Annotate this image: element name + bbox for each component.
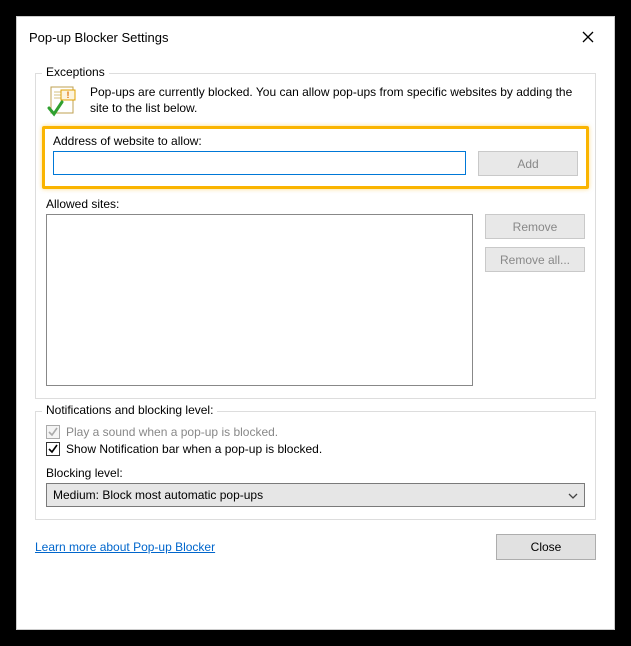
address-highlight: Address of website to allow: Add [42, 126, 589, 189]
exceptions-group: Exceptions ! Pop-ups are currently block… [35, 73, 596, 399]
add-button[interactable]: Add [478, 151, 578, 176]
title-bar: Pop-up Blocker Settings [17, 17, 614, 57]
svg-text:!: ! [67, 90, 70, 100]
close-button[interactable]: Close [496, 534, 596, 560]
learn-more-link[interactable]: Learn more about Pop-up Blocker [35, 540, 215, 554]
allowed-sites-label: Allowed sites: [46, 197, 585, 211]
allowed-sites-list[interactable] [46, 214, 473, 386]
address-label: Address of website to allow: [53, 134, 578, 148]
blocking-level-value: Medium: Block most automatic pop-ups [53, 488, 263, 502]
notifications-label: Notifications and blocking level: [42, 403, 217, 417]
intro-row: ! Pop-ups are currently blocked. You can… [46, 84, 585, 118]
remove-button[interactable]: Remove [485, 214, 585, 239]
dialog-title: Pop-up Blocker Settings [29, 30, 168, 45]
show-notification-checkbox[interactable] [46, 442, 60, 456]
notifications-group: Notifications and blocking level: Play a… [35, 411, 596, 520]
show-notification-label: Show Notification bar when a pop-up is b… [66, 442, 322, 456]
play-sound-checkbox [46, 425, 60, 439]
blocking-level-label: Blocking level: [46, 466, 585, 480]
remove-all-button[interactable]: Remove all... [485, 247, 585, 272]
show-notification-row[interactable]: Show Notification bar when a pop-up is b… [46, 442, 585, 456]
popup-page-icon: ! [46, 84, 80, 118]
footer: Learn more about Pop-up Blocker Close [35, 534, 596, 560]
blocking-level-select[interactable]: Medium: Block most automatic pop-ups [46, 483, 585, 507]
popup-blocker-settings-dialog: Pop-up Blocker Settings Exceptions ! [16, 16, 615, 630]
close-icon[interactable] [574, 25, 602, 49]
play-sound-label: Play a sound when a pop-up is blocked. [66, 425, 278, 439]
intro-text: Pop-ups are currently blocked. You can a… [90, 84, 585, 118]
play-sound-row: Play a sound when a pop-up is blocked. [46, 425, 585, 439]
address-input[interactable] [53, 151, 466, 175]
exceptions-label: Exceptions [42, 65, 109, 79]
chevron-down-icon [568, 488, 578, 502]
